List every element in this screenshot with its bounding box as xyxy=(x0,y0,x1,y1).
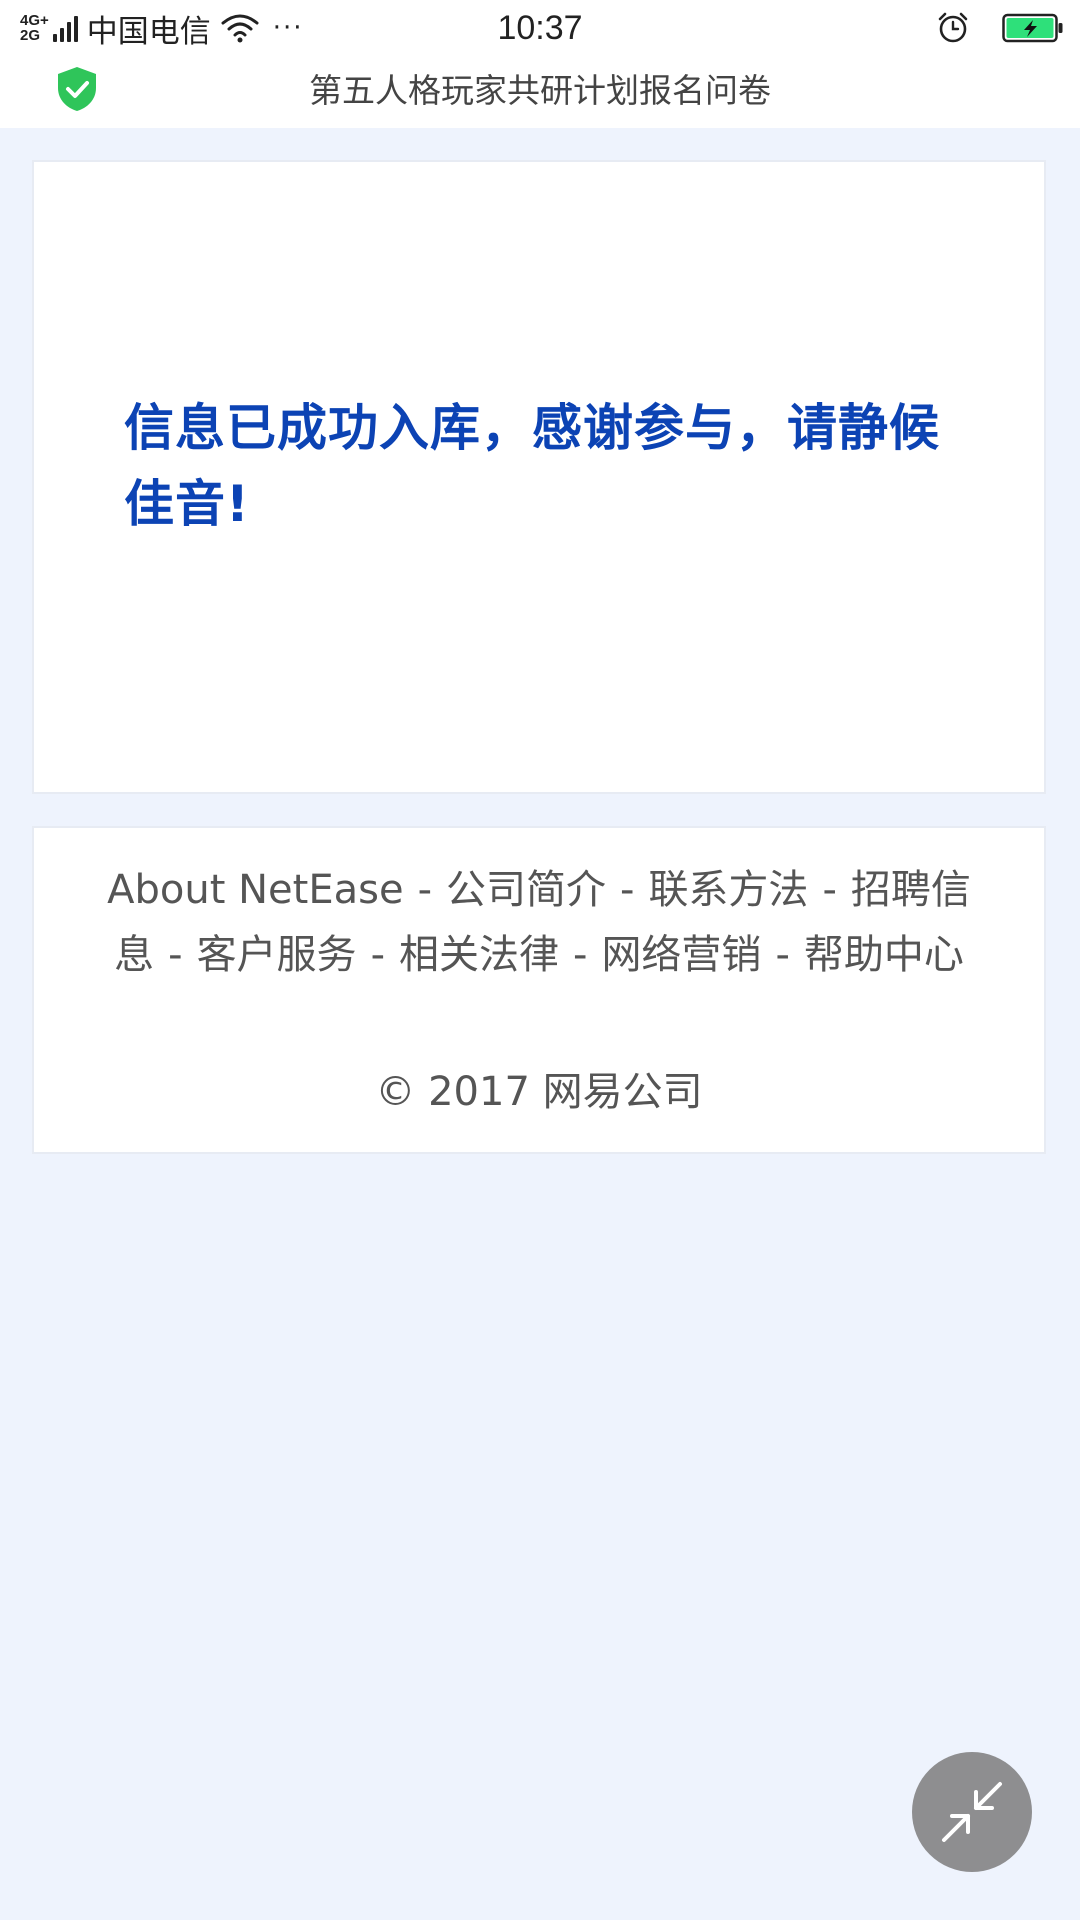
footer-separator: - xyxy=(620,867,635,913)
footer-link-company-intro[interactable]: 公司简介 xyxy=(446,867,606,913)
network-type: 4G+ 2G xyxy=(20,13,49,43)
footer-card: About NetEase - 公司简介 - 联系方法 - 招聘信息 - 客户服务 - 相关法律 - 网… xyxy=(32,826,1046,1154)
success-card: 信息已成功入库，感谢参与，请静候佳音! xyxy=(32,160,1046,794)
footer-link-help-center[interactable]: 帮助中心 xyxy=(804,932,964,978)
status-right xyxy=(936,8,1064,48)
page-title: 第五人格玩家共研计划报名问卷 xyxy=(309,71,771,110)
status-bar: 4G+ 2G 中国电信 ··· 10:37 xyxy=(0,0,1080,54)
footer-link-customer-service[interactable]: 客户服务 xyxy=(197,932,357,978)
more-dots-icon: ··· xyxy=(272,13,304,43)
alarm-icon xyxy=(938,12,968,43)
minimize-arrows-icon xyxy=(942,1782,1002,1842)
footer-separator: - xyxy=(775,932,790,978)
footer-link-contact[interactable]: 联系方法 xyxy=(648,867,808,913)
copyright: © 2017 网易公司 xyxy=(375,1069,703,1115)
security-shield-icon xyxy=(58,67,96,111)
footer-separator: - xyxy=(822,867,837,913)
battery-charging-icon xyxy=(1002,13,1063,43)
footer-separator: - xyxy=(168,932,183,978)
footer-link-legal[interactable]: 相关法律 xyxy=(399,932,559,978)
minimize-button[interactable] xyxy=(912,1752,1032,1872)
nav-bar: 第五人格玩家共研计划报名问卷 xyxy=(0,54,1080,128)
network-type-bottom: 2G xyxy=(20,27,41,44)
footer-separator: - xyxy=(573,932,588,978)
footer-link-about-netease[interactable]: About NetEase xyxy=(107,867,403,913)
status-left: 4G+ 2G 中国电信 ··· xyxy=(20,6,304,50)
success-message: 信息已成功入库，感谢参与，请静候佳音! xyxy=(124,399,940,533)
carrier-name: 中国电信 xyxy=(86,13,211,50)
wifi-icon xyxy=(221,14,259,43)
footer-links: About NetEase - 公司简介 - 联系方法 - 招聘信息 - 客户服务 - 相关法律 - 网… xyxy=(84,858,994,988)
signal-bars-icon xyxy=(52,14,81,42)
footer-link-marketing[interactable]: 网络营销 xyxy=(601,932,761,978)
footer-separator: - xyxy=(370,932,385,978)
footer-separator: - xyxy=(417,867,432,913)
network-type-top: 4G+ xyxy=(20,12,49,29)
